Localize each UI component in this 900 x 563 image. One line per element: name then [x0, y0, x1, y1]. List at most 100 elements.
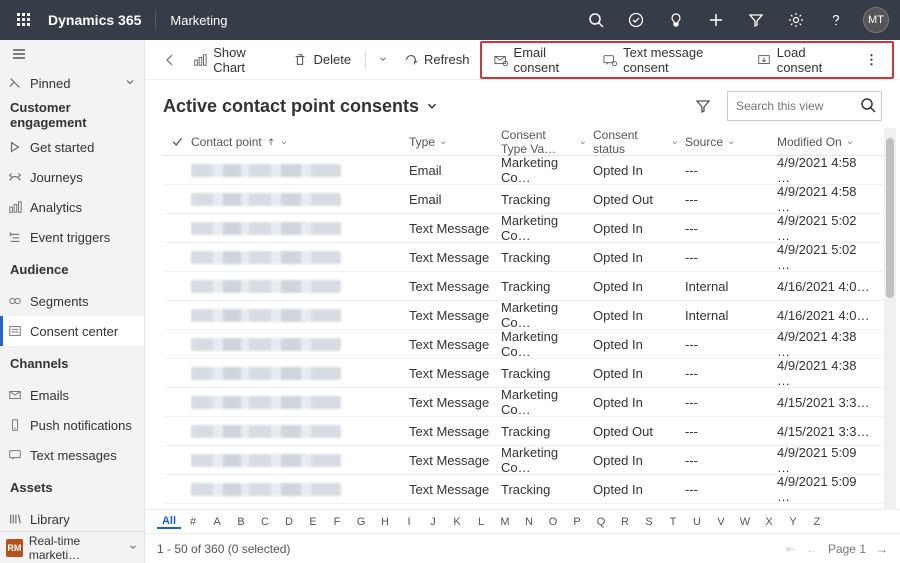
alpha-jump-u[interactable]: U	[685, 516, 709, 528]
alpha-jump-g[interactable]: G	[349, 516, 373, 528]
area-switcher[interactable]: RM Real-time marketi…	[0, 531, 144, 563]
pinned-icon	[8, 76, 30, 90]
alpha-jump-e[interactable]: E	[301, 516, 325, 528]
lightbulb-icon	[668, 12, 684, 28]
back-button[interactable]	[157, 52, 183, 68]
alpha-jump-n[interactable]: N	[517, 516, 541, 528]
add-button[interactable]	[696, 0, 736, 40]
select-all-checkbox[interactable]	[163, 136, 191, 148]
grid-filter-button[interactable]	[687, 90, 719, 122]
table-row[interactable]: Text MessageTrackingOpted In---4/9/2021 …	[163, 359, 896, 388]
alpha-jump-v[interactable]: V	[709, 516, 733, 528]
grid-footer: 1 - 50 of 360 (0 selected) ⇤ ← Page 1 →	[145, 533, 900, 563]
library-icon	[8, 512, 30, 526]
delete-button[interactable]: Delete	[285, 45, 359, 75]
alpha-jump-t[interactable]: T	[661, 516, 685, 528]
table-row[interactable]: EmailTrackingOpted Out---4/9/2021 4:58 …	[163, 185, 896, 214]
table-row[interactable]: Text MessageMarketing Co…Opted In---4/15…	[163, 388, 896, 417]
sidebar-item-event-triggers[interactable]: Event triggers	[0, 222, 144, 252]
account-button[interactable]: MT	[856, 0, 896, 40]
avatar: MT	[863, 7, 889, 33]
load-consent-button[interactable]: Load consent	[749, 45, 855, 75]
alpha-jump-s[interactable]: S	[637, 516, 661, 528]
alpha-jump-j[interactable]: J	[421, 516, 445, 528]
refresh-button[interactable]: Refresh	[396, 45, 478, 75]
col-contact-point[interactable]: Contact point ⌄	[191, 135, 409, 149]
more-commands-button[interactable]: ⋮	[855, 52, 888, 68]
col-consent-type-value[interactable]: Consent Type Va… ⌄	[501, 128, 593, 156]
refresh-icon	[404, 53, 418, 67]
search-button[interactable]	[576, 0, 616, 40]
assistant-button[interactable]	[656, 0, 696, 40]
filter-button[interactable]	[736, 0, 776, 40]
sidebar-item-library[interactable]: Library	[0, 504, 144, 531]
sidebar-item-get-started[interactable]: Get started	[0, 132, 144, 162]
alpha-jump-w[interactable]: W	[733, 516, 757, 528]
sidebar-item-segments[interactable]: Segments	[0, 286, 144, 316]
search-input[interactable]	[727, 91, 882, 121]
help-button[interactable]	[816, 0, 856, 40]
sidebar-item-text-messages[interactable]: Text messages	[0, 440, 144, 470]
app-launcher-button[interactable]	[4, 0, 44, 40]
search-icon[interactable]	[860, 97, 876, 116]
view-selector[interactable]: Active contact point consents	[163, 96, 439, 117]
table-row[interactable]: Text MessageTrackingOpted InInternal4/16…	[163, 272, 896, 301]
col-source[interactable]: Source ⌄	[685, 135, 777, 149]
show-chart-button[interactable]: Show Chart	[185, 45, 283, 75]
alpha-jump-x[interactable]: X	[757, 516, 781, 528]
col-type[interactable]: Type ⌄	[409, 135, 501, 149]
sidebar-item-journeys[interactable]: Journeys	[0, 162, 144, 192]
text-consent-button[interactable]: Text message consent	[595, 45, 749, 75]
alpha-jump-i[interactable]: I	[397, 516, 421, 528]
alpha-jump-d[interactable]: D	[277, 516, 301, 528]
alpha-jump-c[interactable]: C	[253, 516, 277, 528]
grid-scrollbar[interactable]	[884, 128, 896, 509]
first-page-button[interactable]: ⇤	[786, 542, 796, 556]
cell-source: ---	[685, 192, 777, 207]
email-consent-button[interactable]: Email consent	[486, 45, 596, 75]
prev-page-button[interactable]: ←	[806, 542, 818, 556]
sidebar-item-label: Consent center	[30, 324, 118, 339]
table-row[interactable]: Text MessageTrackingOpted In---4/9/2021 …	[163, 243, 896, 272]
table-row[interactable]: Text MessageTrackingOpted Out---4/15/202…	[163, 417, 896, 446]
cell-source: ---	[685, 453, 777, 468]
alpha-jump-all[interactable]: All	[157, 515, 181, 529]
trigger-icon	[8, 230, 30, 244]
alpha-jump-y[interactable]: Y	[781, 516, 805, 528]
chevron-down-icon[interactable]	[124, 76, 136, 91]
col-modified-on[interactable]: Modified On ⌄	[777, 135, 877, 149]
sidebar-toggle[interactable]	[0, 46, 38, 62]
table-row[interactable]: EmailMarketing Co…Opted In---4/9/2021 4:…	[163, 156, 896, 185]
task-button[interactable]	[616, 0, 656, 40]
contact-point-redacted	[191, 338, 341, 351]
table-row[interactable]: Text MessageMarketing Co…Opted In---4/9/…	[163, 330, 896, 359]
sidebar-item-push-notifications[interactable]: Push notifications	[0, 410, 144, 440]
alpha-jump-m[interactable]: M	[493, 516, 517, 528]
sidebar-item-emails[interactable]: Emails	[0, 380, 144, 410]
alpha-jump-l[interactable]: L	[469, 516, 493, 528]
alpha-jump-o[interactable]: O	[541, 516, 565, 528]
sidebar-item-analytics[interactable]: Analytics	[0, 192, 144, 222]
cell-consent-type-value: Marketing Co…	[501, 213, 593, 243]
alpha-jump-b[interactable]: B	[229, 516, 253, 528]
delete-split-button[interactable]	[372, 52, 394, 67]
table-row[interactable]: Text MessageMarketing Co…Opted In---4/9/…	[163, 214, 896, 243]
alpha-jump-k[interactable]: K	[445, 516, 469, 528]
alpha-jump-q[interactable]: Q	[589, 516, 613, 528]
sidebar-item-consent-center[interactable]: Consent center	[0, 316, 144, 346]
alpha-jump-#[interactable]: #	[181, 516, 205, 528]
alpha-jump-a[interactable]: A	[205, 516, 229, 528]
load-consent-label: Load consent	[777, 45, 847, 75]
table-row[interactable]: Text MessageMarketing Co…Opted In---4/9/…	[163, 446, 896, 475]
alpha-jump-p[interactable]: P	[565, 516, 589, 528]
col-consent-status[interactable]: Consent status ⌄	[593, 128, 685, 156]
alpha-jump-z[interactable]: Z	[805, 516, 829, 528]
settings-button[interactable]	[776, 0, 816, 40]
alpha-jump-r[interactable]: R	[613, 516, 637, 528]
next-page-button[interactable]: →	[876, 542, 888, 556]
alpha-jump-f[interactable]: F	[325, 516, 349, 528]
table-row[interactable]: Text MessageTrackingOpted In---4/9/2021 …	[163, 475, 896, 504]
sidebar-pinned[interactable]: Pinned	[0, 68, 144, 98]
table-row[interactable]: Text MessageMarketing Co…Opted InInterna…	[163, 301, 896, 330]
alpha-jump-h[interactable]: H	[373, 516, 397, 528]
